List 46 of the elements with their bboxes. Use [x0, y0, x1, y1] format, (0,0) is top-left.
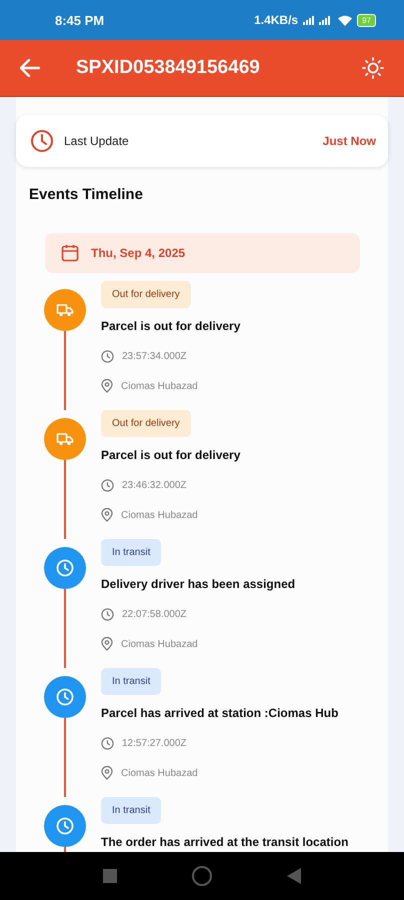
- clock-icon: [101, 608, 114, 620]
- clock-icon: [101, 350, 114, 362]
- truck-icon: [44, 418, 86, 460]
- tracking-number: SPXID053849156469: [76, 57, 260, 79]
- event-time: 12:57:27.000Z: [122, 738, 186, 748]
- back-icon[interactable]: [20, 59, 40, 77]
- event-location: Ciomas Hubazad: [121, 510, 198, 520]
- network-speed: 1.4KB/s: [254, 13, 298, 27]
- status-badge: In transit: [101, 539, 162, 566]
- status-time: 8:45 PM: [55, 12, 104, 28]
- event-description: Parcel is out for delivery: [101, 319, 240, 333]
- clock-icon: [44, 805, 86, 847]
- clock-icon: [101, 478, 114, 492]
- section-title: Events Timeline: [29, 186, 144, 203]
- event-location: Ciomas Hubazad: [121, 638, 198, 650]
- last-update-value: Just Now: [322, 134, 376, 148]
- calendar-icon: [61, 244, 79, 262]
- status-badge: In transit: [101, 797, 162, 824]
- status-badge: Out for delivery: [101, 410, 191, 437]
- location-pin-icon: [101, 637, 113, 651]
- battery-icon: 97: [357, 14, 376, 26]
- home-button[interactable]: [192, 866, 212, 886]
- event-time: 23:46:32.000Z: [122, 480, 186, 490]
- wifi-icon: [338, 14, 352, 26]
- clock-icon: [44, 547, 86, 589]
- status-badge: In transit: [101, 668, 162, 695]
- date-text: Thu, Sep 4, 2025: [91, 246, 186, 260]
- sun-icon[interactable]: [362, 57, 384, 79]
- location-pin-icon: [101, 379, 113, 393]
- event-location: Ciomas Hubazad: [121, 768, 198, 778]
- clock-icon: [101, 736, 114, 750]
- location-pin-icon: [101, 508, 113, 522]
- event-description: Delivery driver has been assigned: [101, 577, 296, 591]
- last-update-label: Last Update: [64, 134, 129, 148]
- clock-icon: [44, 676, 86, 718]
- event-description: Parcel is out for delivery: [101, 448, 240, 462]
- status-badge: Out for delivery: [101, 281, 191, 308]
- event-time: 22:07:58.000Z: [122, 608, 186, 620]
- clock-icon: [30, 129, 54, 153]
- event-description: The order has arrived at the transit location: [101, 835, 348, 849]
- back-button[interactable]: [287, 868, 301, 884]
- truck-icon: [44, 289, 86, 331]
- event-location: Ciomas Hubazad: [121, 380, 198, 392]
- location-pin-icon: [101, 766, 113, 780]
- event-time: 23:57:34.000Z: [122, 350, 186, 362]
- event-description: Parcel has arrived at station :Ciomas Hub: [101, 706, 338, 720]
